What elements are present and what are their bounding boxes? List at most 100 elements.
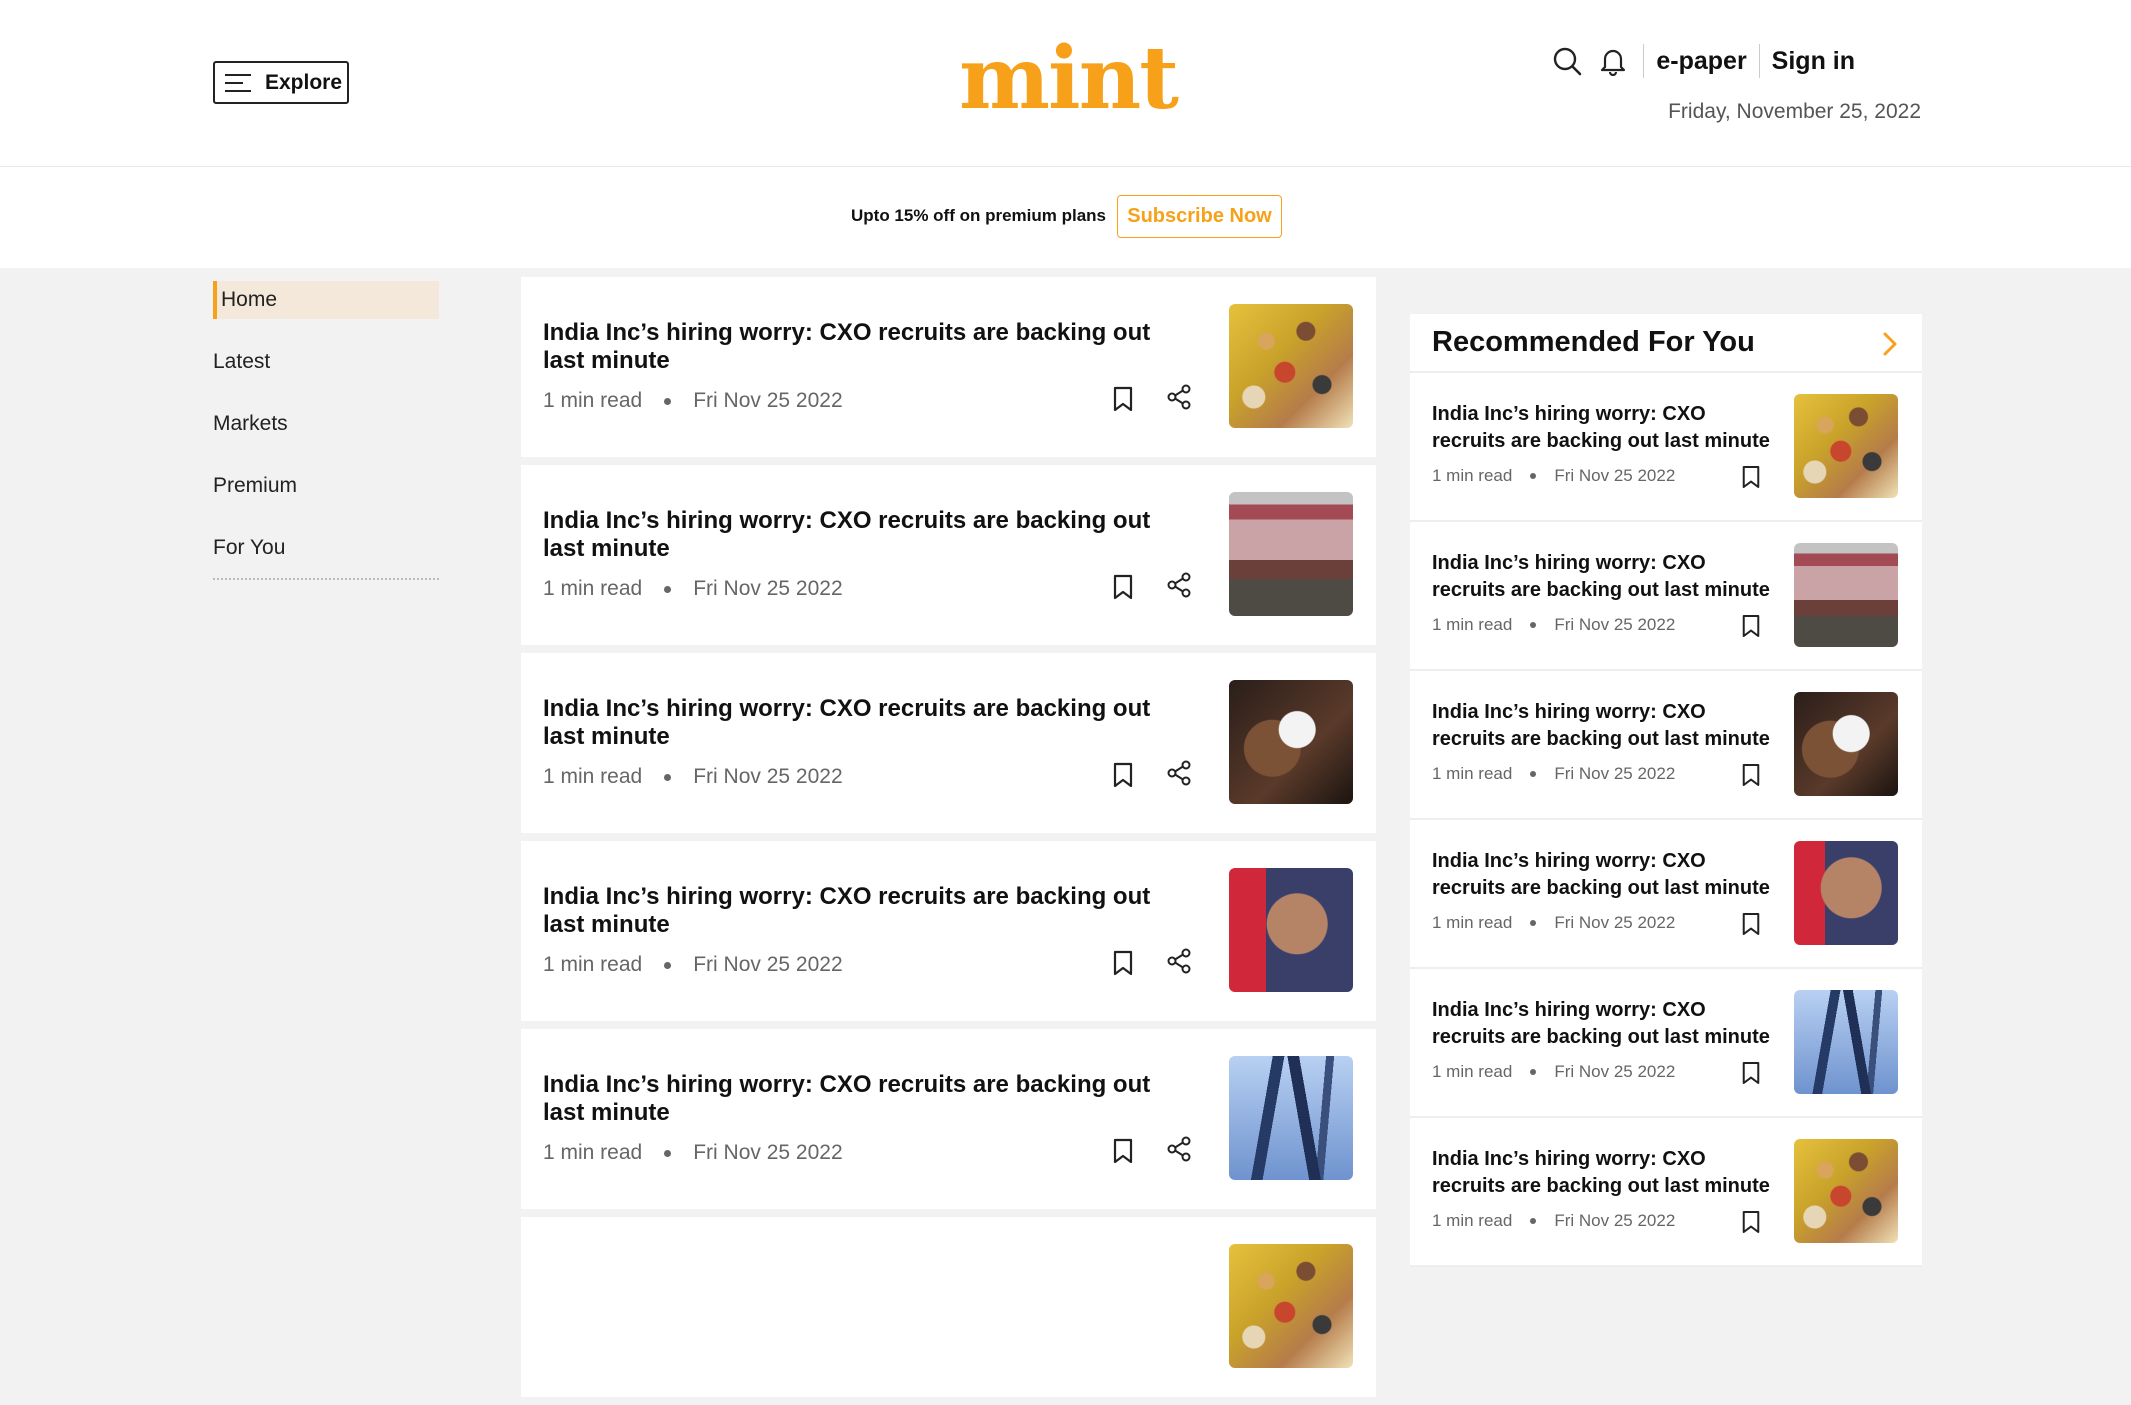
bookmark-icon[interactable] [1741, 912, 1761, 941]
separator-dot [664, 1149, 672, 1157]
bookmark-icon[interactable] [1112, 762, 1134, 793]
share-icon[interactable] [1166, 760, 1192, 791]
recommended-item[interactable]: India Inc’s hiring worry: CXO recruits a… [1410, 522, 1922, 671]
bookmark-icon[interactable] [1112, 950, 1134, 981]
recommended-item-meta: 1 min read Fri Nov 25 2022 [1432, 466, 1675, 486]
read-time: 1 min read [1432, 466, 1513, 485]
nav-divider [213, 578, 439, 580]
bell-icon[interactable] [1595, 43, 1631, 79]
recommended-thumbnail[interactable] [1794, 394, 1898, 498]
header-actions: e-paper Sign in [1539, 40, 1855, 82]
article-thumbnail[interactable] [1229, 680, 1353, 804]
recommended-item-title[interactable]: India Inc’s hiring worry: CXO recruits a… [1432, 401, 1782, 455]
recommended-item[interactable]: India Inc’s hiring worry: CXO recruits a… [1410, 969, 1922, 1118]
recommended-item-title[interactable]: India Inc’s hiring worry: CXO recruits a… [1432, 550, 1782, 604]
recommended-thumbnail[interactable] [1794, 841, 1898, 945]
separator-dot [1530, 473, 1537, 479]
share-icon[interactable] [1166, 1136, 1192, 1167]
nav-item-home[interactable]: Home [213, 281, 439, 319]
share-icon[interactable] [1166, 384, 1192, 415]
recommended-thumbnail[interactable] [1794, 990, 1898, 1094]
article-date: Fri Nov 25 2022 [693, 577, 843, 600]
read-time: 1 min read [1432, 1211, 1513, 1230]
article-thumbnail[interactable] [1229, 304, 1353, 428]
recommended-item-meta: 1 min read Fri Nov 25 2022 [1432, 764, 1675, 784]
article-title[interactable]: India Inc’s hiring worry: CXO recruits a… [543, 507, 1173, 563]
bookmark-icon[interactable] [1741, 465, 1761, 494]
article-title[interactable]: India Inc’s hiring worry: CXO recruits a… [543, 319, 1173, 375]
read-time: 1 min read [543, 389, 643, 412]
recommended-header: Recommended For You [1410, 314, 1922, 373]
recommended-item[interactable]: India Inc’s hiring worry: CXO recruits a… [1410, 373, 1922, 522]
bookmark-icon[interactable] [1112, 386, 1134, 417]
nav-item-for-you[interactable]: For You [213, 529, 439, 567]
bookmark-icon[interactable] [1741, 1061, 1761, 1090]
article-card[interactable]: India Inc’s hiring worry: CXO recruits a… [521, 465, 1376, 645]
nav-item-latest[interactable]: Latest [213, 343, 439, 381]
separator-dot [1530, 920, 1537, 926]
article-date: Fri Nov 25 2022 [1554, 1211, 1676, 1230]
article-date: Fri Nov 25 2022 [693, 765, 843, 788]
article-thumbnail[interactable] [1229, 1056, 1353, 1180]
article-title[interactable]: India Inc’s hiring worry: CXO recruits a… [543, 1071, 1173, 1127]
recommended-thumbnail[interactable] [1794, 543, 1898, 647]
article-card[interactable]: India Inc’s hiring worry: CXO recruits a… [521, 1029, 1376, 1209]
article-meta: 1 min read Fri Nov 25 2022 [543, 1141, 843, 1165]
bookmark-icon[interactable] [1741, 614, 1761, 643]
signin-link[interactable]: Sign in [1760, 47, 1855, 76]
article-card[interactable]: India Inc’s hiring worry: CXO recruits a… [521, 841, 1376, 1021]
article-meta: 1 min read Fri Nov 25 2022 [543, 577, 843, 601]
bookmark-icon[interactable] [1112, 1138, 1134, 1169]
recommended-panel: Recommended For You India Inc’s hiring w… [1410, 314, 1922, 1267]
article-thumbnail[interactable] [1229, 868, 1353, 992]
recommended-item[interactable]: India Inc’s hiring worry: CXO recruits a… [1410, 820, 1922, 969]
article-meta: 1 min read Fri Nov 25 2022 [543, 389, 843, 413]
article-date: Fri Nov 25 2022 [1554, 1062, 1676, 1081]
epaper-link[interactable]: e-paper [1644, 47, 1746, 76]
separator-dot [1530, 1069, 1537, 1075]
current-date: Friday, November 25, 2022 [1668, 100, 1921, 123]
article-date: Fri Nov 25 2022 [1554, 913, 1676, 932]
recommended-item-meta: 1 min read Fri Nov 25 2022 [1432, 1062, 1675, 1082]
chevron-right-icon[interactable] [1882, 332, 1898, 361]
recommended-item-title[interactable]: India Inc’s hiring worry: CXO recruits a… [1432, 997, 1782, 1051]
read-time: 1 min read [1432, 913, 1513, 932]
nav-item-markets[interactable]: Markets [213, 405, 439, 443]
bookmark-icon[interactable] [1112, 574, 1134, 605]
mint-logo[interactable]: mint [958, 36, 1179, 126]
share-icon[interactable] [1166, 948, 1192, 979]
subscribe-button[interactable]: Subscribe Now [1117, 195, 1282, 238]
recommended-item-meta: 1 min read Fri Nov 25 2022 [1432, 913, 1675, 933]
recommended-item-title[interactable]: India Inc’s hiring worry: CXO recruits a… [1432, 848, 1782, 902]
bookmark-icon[interactable] [1741, 763, 1761, 792]
recommended-thumbnail[interactable] [1794, 1139, 1898, 1243]
article-date: Fri Nov 25 2022 [1554, 764, 1676, 783]
article-card[interactable]: India Inc’s hiring worry: CXO recruits a… [521, 277, 1376, 457]
article-feed: India Inc’s hiring worry: CXO recruits a… [521, 277, 1376, 1405]
read-time: 1 min read [1432, 764, 1513, 783]
share-icon[interactable] [1166, 572, 1192, 603]
article-card[interactable]: India Inc’s hiring worry: CXO recruits a… [521, 653, 1376, 833]
article-thumbnail[interactable] [1229, 1244, 1353, 1368]
separator-dot [664, 585, 672, 593]
article-title[interactable]: India Inc’s hiring worry: CXO recruits a… [543, 695, 1173, 751]
explore-button[interactable]: Explore [213, 61, 349, 104]
nav-item-premium[interactable]: Premium [213, 467, 439, 505]
read-time: 1 min read [1432, 1062, 1513, 1081]
article-title[interactable]: India Inc’s hiring worry: CXO recruits a… [543, 883, 1173, 939]
separator-dot [1530, 622, 1537, 628]
read-time: 1 min read [543, 765, 643, 788]
article-thumbnail[interactable] [1229, 492, 1353, 616]
recommended-item[interactable]: India Inc’s hiring worry: CXO recruits a… [1410, 671, 1922, 820]
search-icon[interactable] [1549, 43, 1585, 79]
recommended-thumbnail[interactable] [1794, 692, 1898, 796]
article-date: Fri Nov 25 2022 [693, 1141, 843, 1164]
separator-dot [1530, 771, 1537, 777]
bookmark-icon[interactable] [1741, 1210, 1761, 1239]
read-time: 1 min read [543, 577, 643, 600]
promo-text: Upto 15% off on premium plans [851, 206, 1107, 225]
recommended-item-title[interactable]: India Inc’s hiring worry: CXO recruits a… [1432, 699, 1782, 753]
article-card[interactable] [521, 1217, 1376, 1397]
recommended-item-title[interactable]: India Inc’s hiring worry: CXO recruits a… [1432, 1146, 1782, 1200]
recommended-item[interactable]: India Inc’s hiring worry: CXO recruits a… [1410, 1118, 1922, 1267]
